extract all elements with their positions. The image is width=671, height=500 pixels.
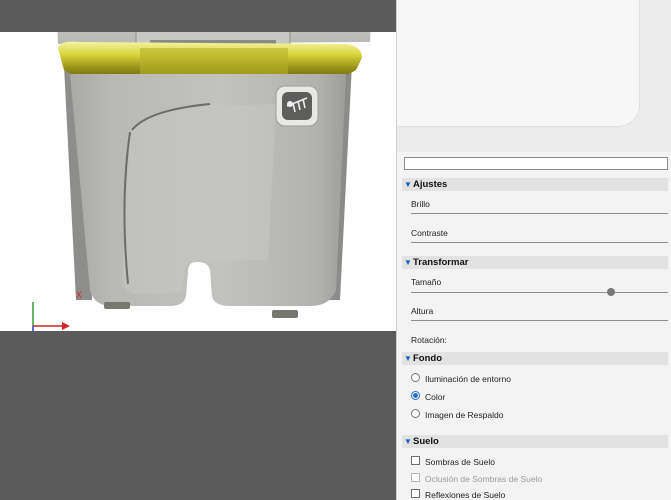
checkbox-oclusion-sombras[interactable] [411,473,420,482]
section-title: Suelo [413,436,439,447]
brillo-slider[interactable] [411,213,668,214]
section-title: Fondo [413,353,443,364]
section-title: Ajustes [413,179,448,190]
option-reflexiones-suelo-label: Reflexiones de Suelo [425,490,506,500]
radio-color[interactable] [411,391,420,400]
checkbox-sombras-suelo[interactable] [411,456,420,465]
render-area[interactable]: X [0,32,396,331]
contraste-slider[interactable] [411,242,668,243]
section-header-fondo[interactable]: ▼Fondo [402,352,668,365]
section-header-transformar[interactable]: ▼Transformar [402,256,668,269]
checkbox-reflexiones-suelo[interactable] [411,489,420,498]
preview-card [397,0,640,127]
tamano-slider-thumb[interactable] [607,288,615,296]
x-axis-label: X [76,290,83,300]
contraste-label: Contraste [411,228,448,238]
section-header-ajustes[interactable]: ▼Ajustes [402,178,668,191]
chevron-down-icon: ▼ [404,354,412,363]
tamano-label: Tamaño [411,277,442,287]
radio-imagen-respaldo[interactable] [411,409,420,418]
search-input[interactable] [404,157,668,170]
preview-area [397,0,671,152]
option-color-label: Color [425,392,446,402]
brillo-label: Brillo [411,199,430,209]
properties-panel: ▼Ajustes Brillo Contraste ▼Transformar T… [396,0,671,500]
chevron-down-icon: ▼ [404,258,412,267]
option-iluminacion-label: Iluminación de entorno [425,374,512,384]
tamano-slider[interactable] [411,292,668,293]
chevron-down-icon: ▼ [404,437,412,446]
rendered-model [32,32,371,331]
radio-iluminacion[interactable] [411,373,420,382]
option-sombras-suelo-label: Sombras de Suelo [425,457,495,467]
altura-label: Altura [411,306,434,316]
chevron-down-icon: ▼ [404,180,412,189]
section-title: Transformar [413,257,469,268]
3d-viewport[interactable]: X [0,0,396,500]
option-oclusion-sombras-label: Oclusión de Sombras de Suelo [425,474,543,484]
section-header-suelo[interactable]: ▼Suelo [402,435,668,448]
altura-slider[interactable] [411,320,668,321]
option-imagen-respaldo-label: Imagen de Respaldo [425,410,504,420]
rotacion-label: Rotación: [411,335,447,345]
